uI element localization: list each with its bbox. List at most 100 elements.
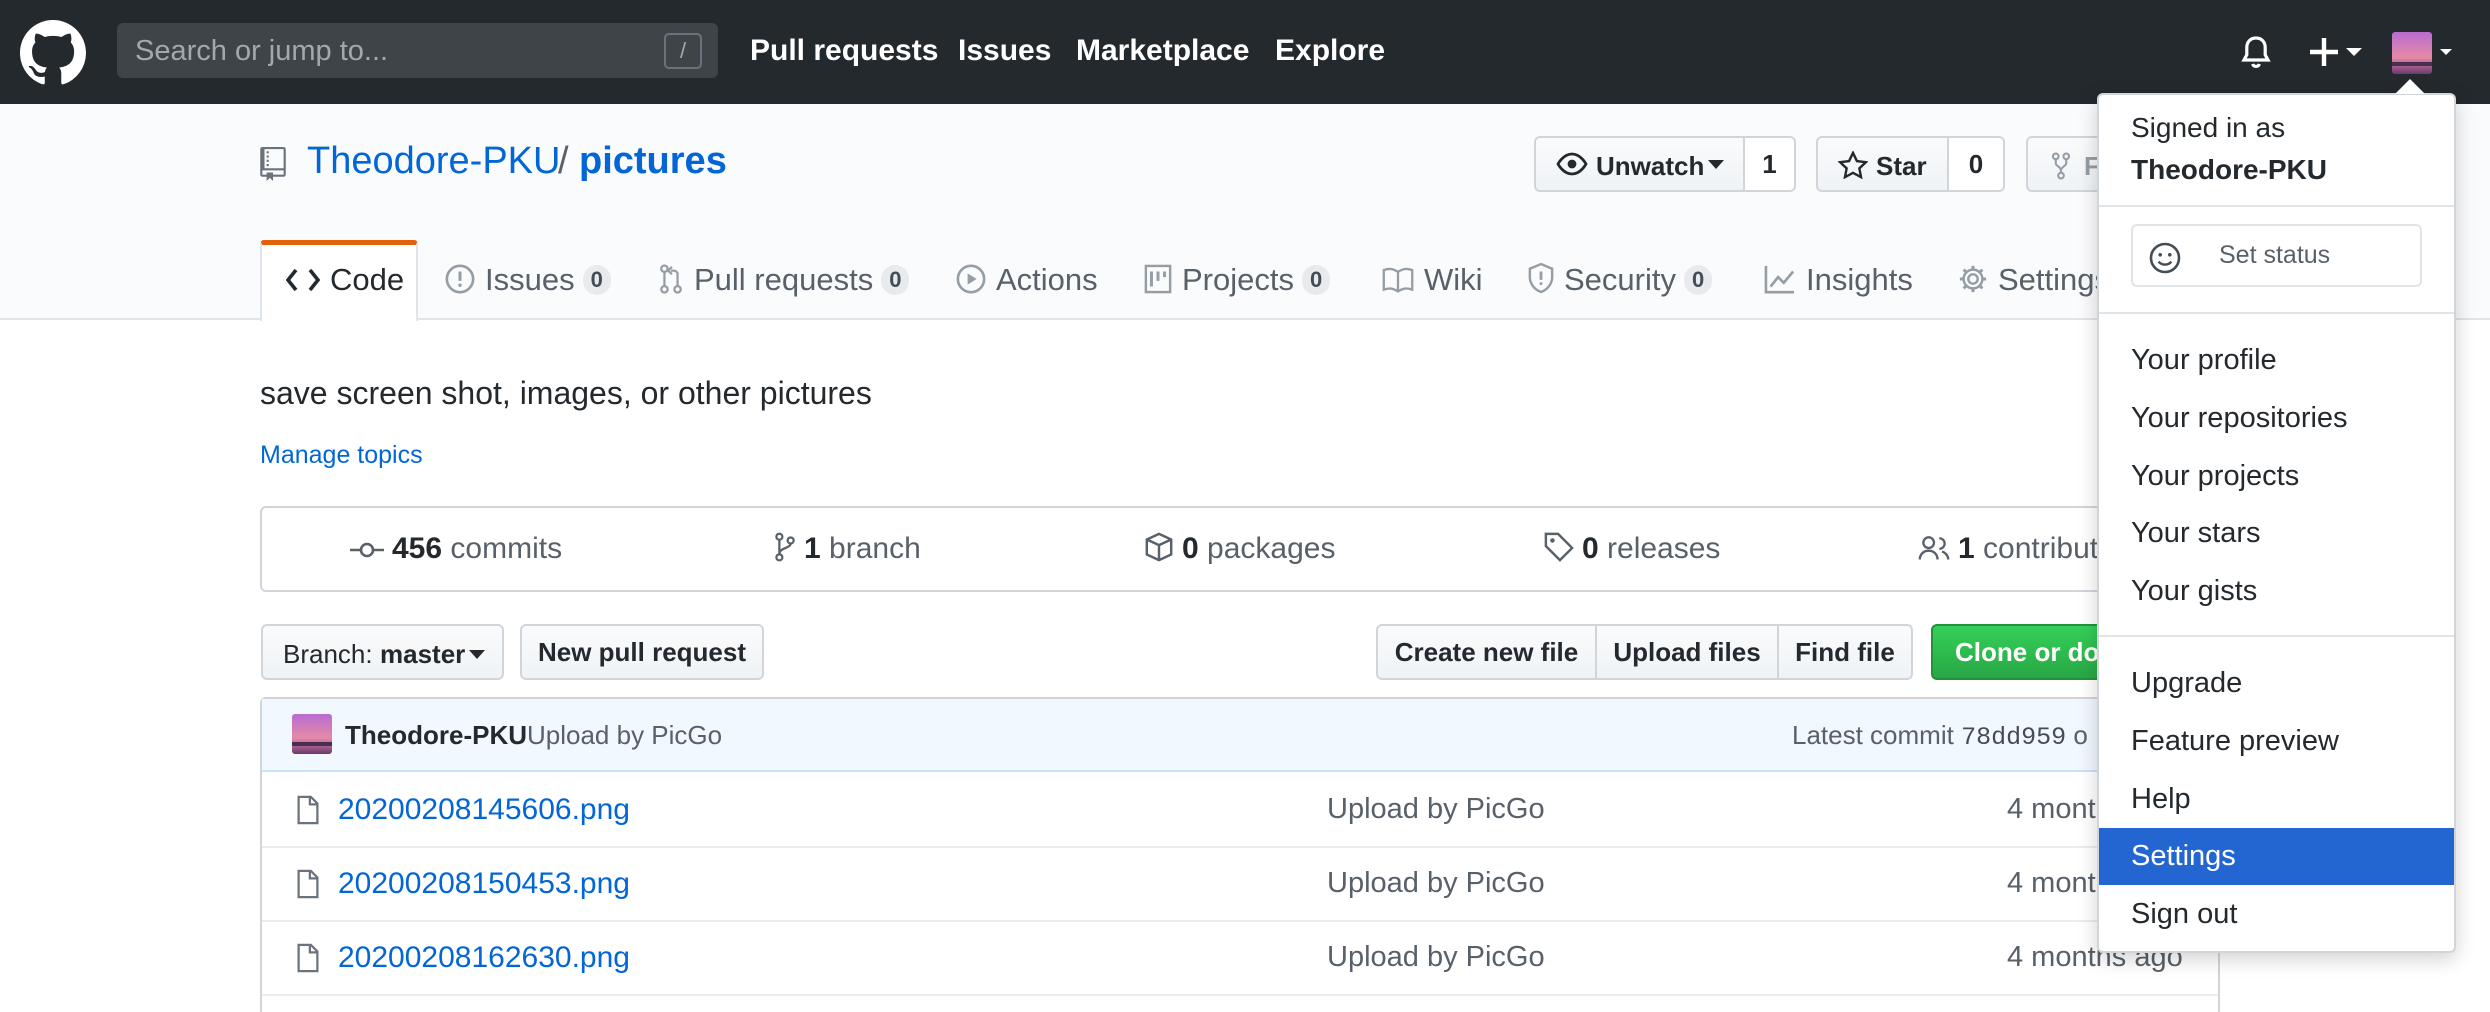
fork-icon — [2050, 152, 2072, 180]
github-logo-icon[interactable] — [20, 20, 86, 86]
branch-select-button[interactable]: Branch: master — [261, 624, 504, 680]
eye-icon — [1556, 152, 1588, 176]
file-icon — [296, 869, 320, 899]
clone-or-download-button[interactable]: Clone or dow — [1931, 624, 2111, 680]
avatar[interactable] — [292, 714, 332, 754]
repo-name-link[interactable]: pictures — [579, 140, 727, 183]
packages-link[interactable]: 0 packages — [1144, 532, 1335, 566]
releases-link[interactable]: 0 releases — [1544, 532, 1720, 566]
nav-explore[interactable]: Explore — [1275, 34, 1385, 68]
branch-link[interactable]: 1 branch — [774, 532, 921, 566]
commit-author[interactable]: Theodore-PKU — [345, 720, 527, 751]
tab-settings[interactable]: Settings — [1958, 262, 2110, 298]
row-divider — [262, 920, 2218, 922]
menu-upgrade[interactable]: Upgrade — [2099, 655, 2454, 712]
unwatch-button[interactable]: Unwatch — [1534, 136, 1745, 192]
contributors-link[interactable]: 1 contribut — [1918, 532, 2098, 566]
menu-sign-out[interactable]: Sign out — [2099, 886, 2454, 943]
nav-pull-requests[interactable]: Pull requests — [750, 34, 938, 68]
chevron-down-icon — [1708, 160, 1724, 170]
upload-files-button[interactable]: Upload files — [1595, 624, 1779, 680]
signed-in-label: Signed in as — [2131, 112, 2286, 143]
commit-sha-link[interactable]: 78dd959 — [1961, 723, 2066, 752]
issue-icon — [445, 264, 475, 294]
file-age: 4 mont — [2007, 867, 2096, 899]
tab-projects[interactable]: Projects 0 — [1144, 262, 1331, 298]
menu-your-stars[interactable]: Your stars — [2099, 505, 2454, 562]
star-icon — [1838, 151, 1868, 179]
tab-security[interactable]: Security 0 — [1528, 262, 1713, 298]
row-divider — [262, 846, 2218, 848]
tab-insights[interactable]: Insights — [1764, 262, 1913, 298]
tab-issues[interactable]: Issues 0 — [445, 262, 611, 298]
find-file-button[interactable]: Find file — [1777, 624, 1913, 680]
unwatch-label: Unwatch — [1596, 151, 1705, 181]
shield-icon — [1528, 262, 1554, 294]
people-icon — [1918, 534, 1950, 562]
set-status-label: Set status — [2219, 241, 2331, 269]
menu-your-profile[interactable]: Your profile — [2099, 332, 2454, 389]
create-new-file-button[interactable]: Create new file — [1376, 624, 1597, 680]
file-commit-message[interactable]: Upload by PicGo — [1327, 867, 1545, 900]
file-name-link[interactable]: 20200208145606.png — [338, 793, 630, 827]
star-button[interactable]: Star — [1816, 136, 1949, 192]
nav-marketplace[interactable]: Marketplace — [1076, 34, 1249, 68]
file-name-link[interactable]: 20200208150453.png — [338, 867, 630, 901]
contributors-label: contribut — [1983, 532, 2099, 565]
commits-link[interactable]: 456 commits — [350, 532, 562, 566]
tab-pull-requests-label: Pull requests — [694, 262, 874, 297]
repo-description: save screen shot, images, or other pictu… — [260, 375, 872, 411]
tab-code[interactable]: Code — [286, 262, 404, 298]
pull-request-icon — [658, 264, 684, 294]
chevron-down-icon — [469, 650, 485, 660]
menu-your-gists[interactable]: Your gists — [2099, 563, 2454, 620]
menu-settings[interactable]: Settings — [2099, 828, 2454, 885]
tab-issues-label: Issues — [485, 262, 575, 297]
bell-icon[interactable] — [2240, 34, 2272, 70]
tab-settings-label: Settings — [1998, 262, 2111, 297]
nav-issues[interactable]: Issues — [958, 34, 1051, 68]
star-count[interactable]: 0 — [1947, 136, 2005, 192]
branch-name: master — [380, 639, 466, 669]
set-status-button[interactable]: Set status — [2131, 224, 2422, 287]
releases-label: releases — [1607, 532, 1721, 565]
commits-count: 456 — [392, 532, 443, 565]
file-icon — [296, 795, 320, 825]
tab-pull-requests[interactable]: Pull requests 0 — [658, 262, 910, 298]
projects-count-badge: 0 — [1301, 265, 1331, 295]
repo-owner-link[interactable]: Theodore-PKU — [307, 140, 560, 183]
commits-label: commits — [450, 532, 563, 565]
file-commit-message[interactable]: Upload by PicGo — [1327, 941, 1545, 974]
menu-help[interactable]: Help — [2099, 771, 2454, 828]
commit-message[interactable]: Upload by PicGo — [527, 720, 722, 751]
tab-insights-label: Insights — [1806, 262, 1913, 297]
row-divider — [262, 994, 2218, 996]
manage-topics-link[interactable]: Manage topics — [260, 441, 423, 470]
security-count-badge: 0 — [1683, 265, 1713, 295]
tab-security-label: Security — [1564, 262, 1676, 297]
fork-button[interactable]: F — [2026, 136, 2106, 192]
issues-count-badge: 0 — [582, 265, 611, 295]
packages-count: 0 — [1182, 532, 1199, 565]
tab-actions[interactable]: Actions — [956, 262, 1098, 298]
signed-in-username[interactable]: Theodore-PKU — [2131, 154, 2327, 186]
repo-icon — [260, 147, 286, 181]
tab-code-label: Code — [330, 262, 405, 297]
avatar[interactable] — [2392, 32, 2456, 74]
branch-count: 1 — [804, 532, 821, 565]
file-name-link[interactable]: 20200208162630.png — [338, 941, 630, 975]
code-icon — [286, 268, 320, 292]
new-pull-request-button[interactable]: New pull request — [520, 624, 764, 680]
menu-divider — [2099, 312, 2454, 314]
menu-your-projects[interactable]: Your projects — [2099, 448, 2454, 505]
menu-your-repositories[interactable]: Your repositories — [2099, 390, 2454, 447]
watch-count[interactable]: 1 — [1743, 136, 1796, 192]
dropdown-caret — [2395, 79, 2425, 94]
tab-wiki[interactable]: Wiki — [1382, 262, 1483, 298]
gear-icon — [1958, 264, 1988, 294]
file-commit-message[interactable]: Upload by PicGo — [1327, 793, 1545, 826]
plus-icon[interactable] — [2308, 34, 2364, 70]
play-icon — [956, 264, 986, 294]
packages-label: packages — [1207, 532, 1336, 565]
menu-feature-preview[interactable]: Feature preview — [2099, 713, 2454, 770]
